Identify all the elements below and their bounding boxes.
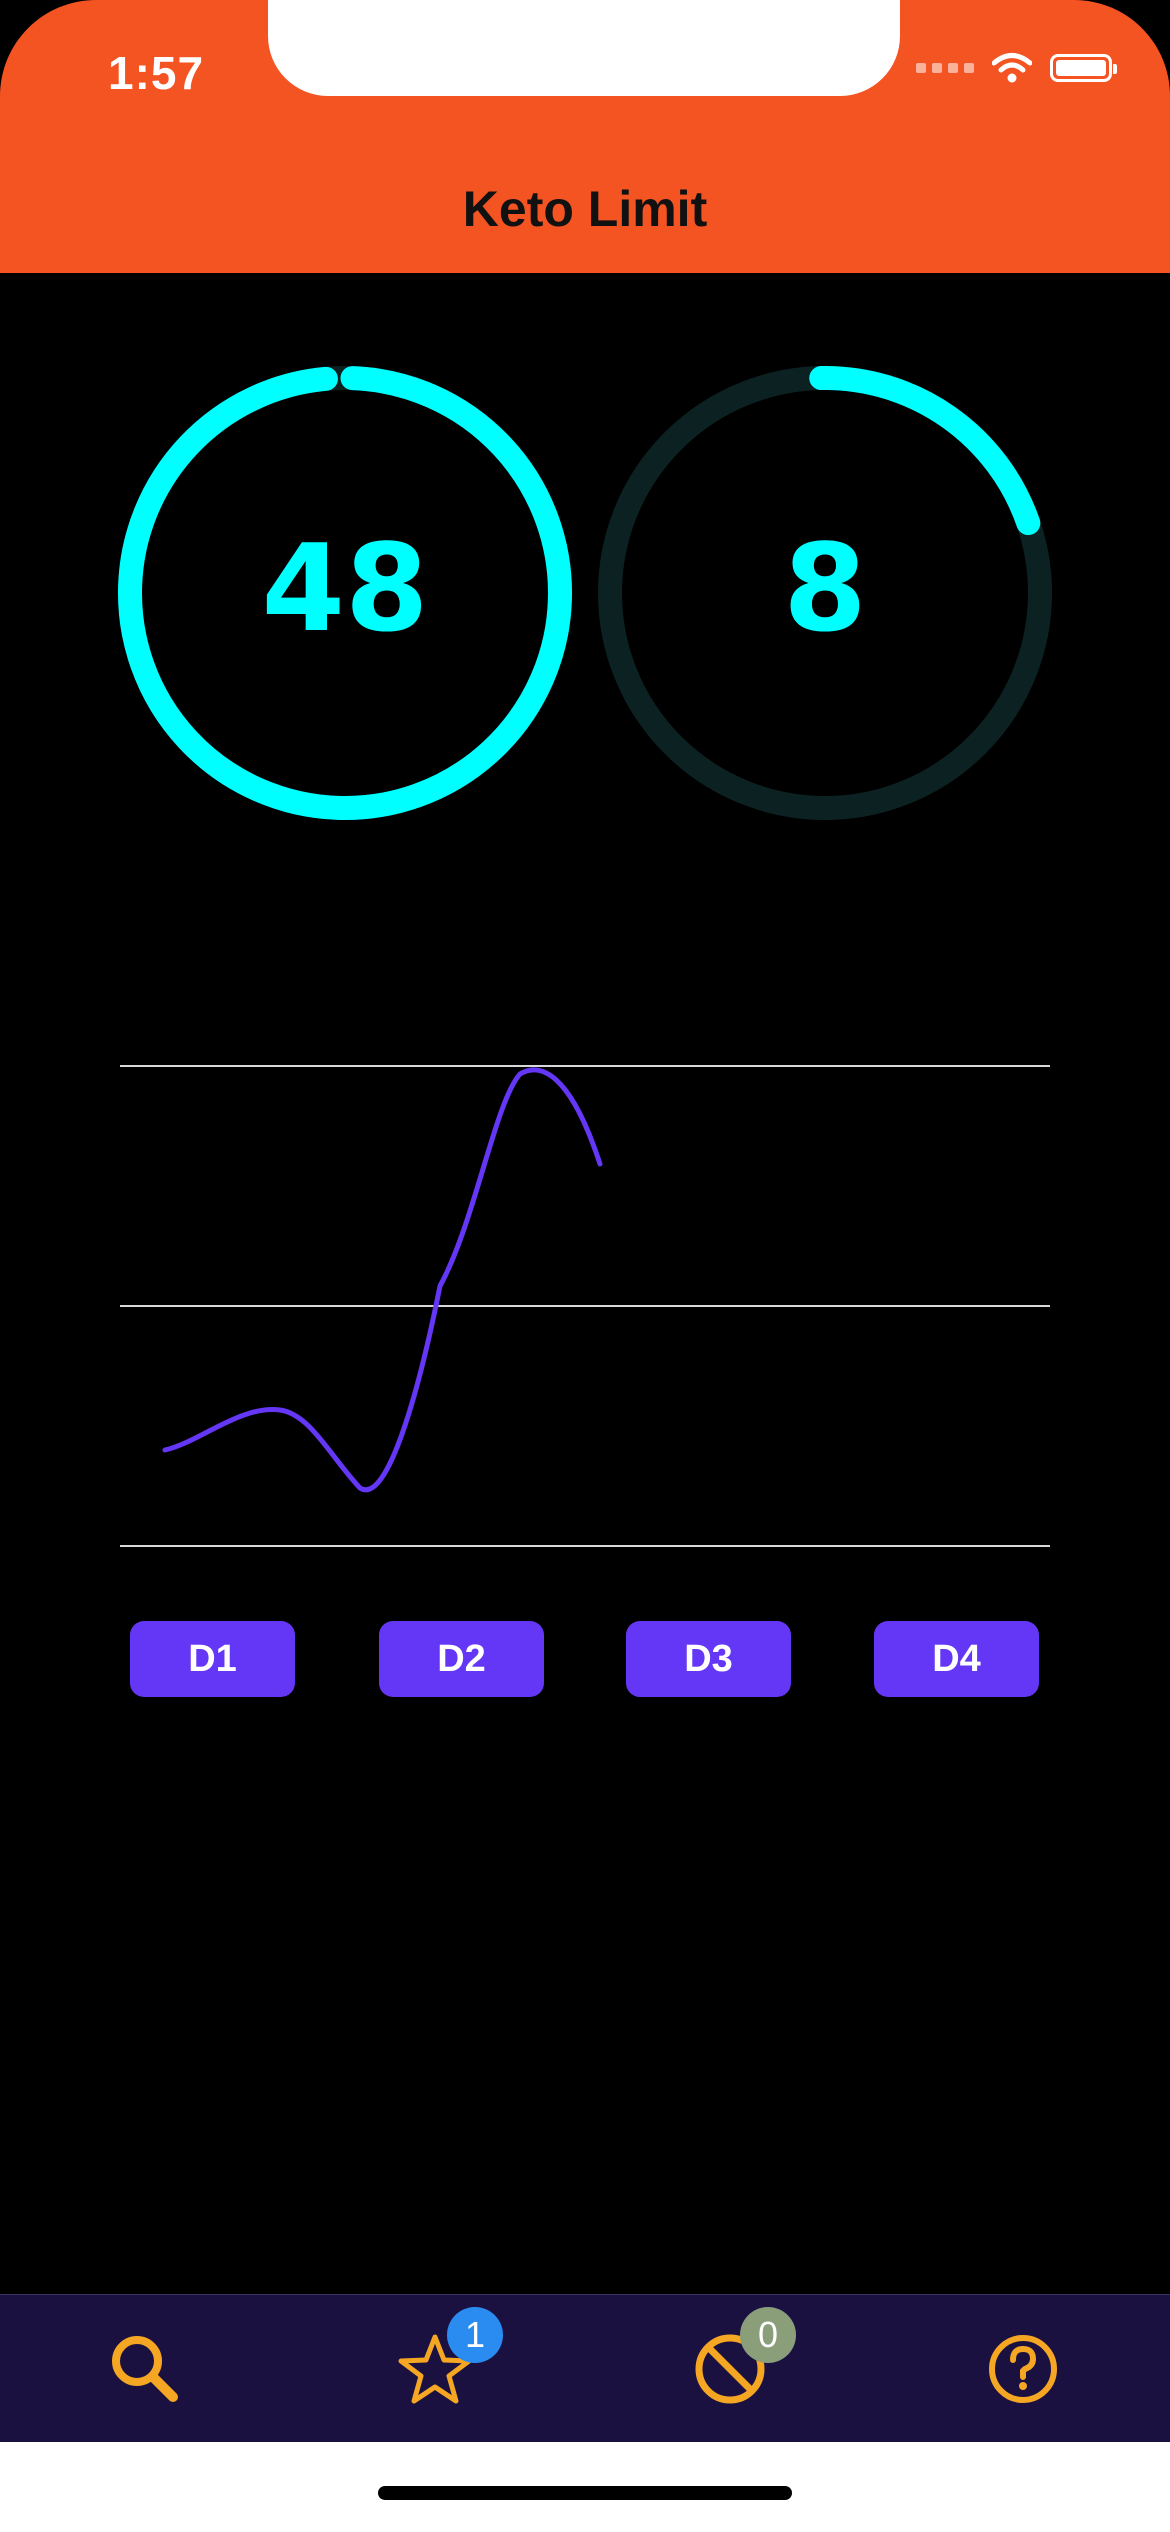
day-buttons: D1 D2 D3 D4: [0, 1621, 1170, 1697]
ring-1-value: 48: [261, 520, 429, 659]
tab-favorites[interactable]: 1: [395, 2307, 503, 2409]
daily-chart: [120, 1040, 1050, 1560]
status-icons: [916, 52, 1117, 84]
chart-series-line: [162, 1067, 603, 1493]
blocked-badge: 0: [740, 2307, 796, 2363]
cellular-signal-icon: [916, 63, 974, 73]
nav-header: 1:57 Keto Limit: [0, 0, 1170, 273]
day-button-d4[interactable]: D4: [874, 1621, 1039, 1697]
battery-icon: [1050, 54, 1117, 82]
day-button-d3[interactable]: D3: [626, 1621, 791, 1697]
app-screen: 1:57 Keto Limit 48 8 D1 D2 D3 D4 1 0: [0, 0, 1170, 2532]
day-button-d2[interactable]: D2: [379, 1621, 544, 1697]
rings-svg: [117, 366, 1052, 820]
page-title: Keto Limit: [462, 181, 708, 237]
search-icon: [112, 2336, 178, 2402]
chart-svg: [120, 1065, 1050, 1547]
favorites-badge: 1: [447, 2307, 503, 2363]
device-notch: [268, 0, 900, 96]
tab-bar: 1 0: [0, 2294, 1170, 2443]
tab-search[interactable]: [105, 2329, 185, 2409]
wifi-icon: [992, 53, 1032, 83]
ring-2-value: 8: [783, 520, 867, 659]
progress-rings: 48 8: [0, 360, 1170, 840]
help-icon: [989, 2335, 1057, 2403]
tab-help[interactable]: [983, 2329, 1063, 2409]
status-time: 1:57: [108, 47, 205, 99]
home-indicator: [378, 2486, 792, 2500]
day-button-d1[interactable]: D1: [130, 1621, 295, 1697]
tab-blocked[interactable]: 0: [690, 2307, 796, 2409]
